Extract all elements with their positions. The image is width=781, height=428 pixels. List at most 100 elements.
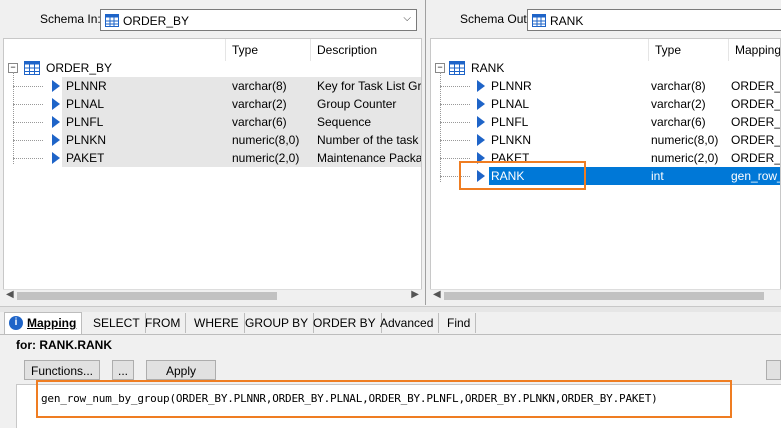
- field-type: varchar(2): [651, 97, 706, 111]
- highlight-box-rank: [459, 161, 586, 190]
- field-description: Group Counter: [317, 97, 397, 111]
- schema-in-header: Schema In: ORDER_BY ⌵: [0, 0, 425, 38]
- field-description: Sequence: [317, 115, 372, 129]
- chevron-down-icon[interactable]: ⌵: [403, 13, 411, 24]
- column-arrow-icon: [52, 98, 60, 110]
- column-arrow-icon: [477, 80, 485, 92]
- column-arrow-icon: [52, 152, 60, 164]
- mapping-target-label: for: RANK.RANK: [16, 338, 112, 352]
- tab-advanced[interactable]: Advanced: [375, 313, 440, 333]
- tab-label: Find: [447, 316, 471, 330]
- schema-out-header: Schema Out: RANK: [427, 0, 781, 38]
- field-name: PLNFL: [491, 115, 529, 129]
- schema-in-tree: Type Description − ORDER_BY PLNNR varcha…: [3, 38, 422, 293]
- field-type: varchar(8): [232, 79, 287, 93]
- tree-field-row[interactable]: PLNKN numeric(8,0) ORDER_BY: [431, 131, 780, 149]
- overflow-button[interactable]: [766, 360, 781, 380]
- highlight-box-expression: [36, 380, 732, 418]
- table-icon: [449, 61, 465, 75]
- tab-group-by[interactable]: GROUP BY: [240, 313, 315, 333]
- field-mapping: gen_row_: [731, 169, 781, 183]
- tab-label: WHERE: [194, 316, 239, 330]
- field-description: Maintenance Packag: [317, 151, 422, 165]
- tree-root-row[interactable]: − RANK: [431, 59, 780, 77]
- horizontal-scrollbar[interactable]: ◀ ▶: [3, 289, 422, 302]
- tab-label: Mapping: [27, 316, 77, 330]
- tab-from[interactable]: FROM: [140, 313, 187, 333]
- scrollbar-thumb[interactable]: [444, 292, 764, 300]
- field-mapping: ORDER_BY: [731, 133, 781, 147]
- field-name: PLNNR: [66, 79, 107, 93]
- column-header-type[interactable]: Type: [649, 39, 729, 61]
- scroll-right-icon[interactable]: ▶: [411, 289, 419, 300]
- schema-in-selected: ORDER_BY: [123, 14, 190, 28]
- schema-out-dropdown[interactable]: RANK: [527, 9, 781, 31]
- field-type: numeric(2,0): [232, 151, 300, 165]
- table-icon: [532, 14, 546, 27]
- tree-field-row[interactable]: PLNNR varchar(8) ORDER_BY: [431, 77, 780, 95]
- field-mapping: ORDER_BY: [731, 97, 781, 111]
- field-type: varchar(6): [232, 115, 287, 129]
- tab-label: ORDER BY: [313, 316, 376, 330]
- tree-field-row[interactable]: PLNAL varchar(2) Group Counter: [4, 95, 421, 113]
- field-mapping: ORDER_BY: [731, 115, 781, 129]
- field-name: PLNKN: [491, 133, 532, 147]
- schema-in-pane: Schema In: ORDER_BY ⌵ Type Description −: [0, 0, 426, 305]
- column-header-description[interactable]: Description: [311, 39, 421, 61]
- field-description: Number of the task: [317, 133, 419, 147]
- column-arrow-icon: [52, 134, 60, 146]
- field-mapping: ORDER_BY: [731, 79, 781, 93]
- tab-select[interactable]: SELECT: [88, 313, 146, 333]
- field-name: PLNKN: [66, 133, 107, 147]
- field-name: PAKET: [66, 151, 105, 165]
- tree-field-row[interactable]: PLNFL varchar(6) ORDER_BY: [431, 113, 780, 131]
- column-header-type[interactable]: Type: [226, 39, 311, 61]
- column-arrow-icon: [477, 116, 485, 128]
- table-icon: [105, 14, 119, 27]
- tab-find[interactable]: Find: [442, 313, 477, 333]
- schema-out-selected: RANK: [550, 14, 584, 28]
- field-type: varchar(8): [651, 79, 706, 93]
- functions-button[interactable]: Functions...: [24, 360, 100, 380]
- field-name: PLNFL: [66, 115, 104, 129]
- field-type: numeric(8,0): [232, 133, 300, 147]
- tree-field-row[interactable]: PLNAL varchar(2) ORDER_BY: [431, 95, 780, 113]
- scroll-left-icon[interactable]: ◀: [6, 289, 14, 300]
- horizontal-scrollbar[interactable]: ◀: [430, 289, 781, 302]
- scroll-left-icon[interactable]: ◀: [433, 289, 441, 300]
- ellipsis-button[interactable]: ...: [112, 360, 134, 380]
- schema-out-label: Schema Out:: [460, 12, 531, 26]
- column-header-mapping[interactable]: Mapping: [729, 39, 780, 61]
- tree-field-row[interactable]: PAKET numeric(2,0) Maintenance Packag: [4, 149, 421, 167]
- column-arrow-icon: [477, 134, 485, 146]
- field-type: int: [651, 169, 664, 183]
- tree-field-row[interactable]: PLNKN numeric(8,0) Number of the task: [4, 131, 421, 149]
- apply-button[interactable]: Apply: [146, 360, 216, 380]
- tab-mapping[interactable]: i Mapping: [4, 312, 83, 334]
- tree-field-row[interactable]: PLNFL varchar(6) Sequence: [4, 113, 421, 131]
- field-type: numeric(2,0): [651, 151, 719, 165]
- field-type: varchar(2): [232, 97, 287, 111]
- tree-root-label: ORDER_BY: [46, 61, 113, 75]
- field-name: PLNAL: [491, 97, 530, 111]
- tree-root-row[interactable]: − ORDER_BY: [4, 59, 421, 77]
- table-icon: [24, 61, 40, 75]
- field-mapping: ORDER_BY: [731, 151, 781, 165]
- tab-label: FROM: [145, 316, 181, 330]
- info-icon: i: [9, 316, 23, 330]
- column-header-name: [4, 39, 226, 61]
- tree-field-row[interactable]: PLNNR varchar(8) Key for Task List Gro: [4, 77, 421, 95]
- column-arrow-icon: [52, 116, 60, 128]
- column-arrow-icon: [477, 98, 485, 110]
- scrollbar-thumb[interactable]: [17, 292, 277, 300]
- column-arrow-icon: [52, 80, 60, 92]
- schema-in-dropdown[interactable]: ORDER_BY ⌵: [100, 9, 417, 31]
- tab-where[interactable]: WHERE: [189, 313, 245, 333]
- tab-label: SELECT: [93, 316, 140, 330]
- tab-order-by[interactable]: ORDER BY: [308, 313, 382, 333]
- field-type: varchar(6): [651, 115, 706, 129]
- field-name: PLNNR: [491, 79, 532, 93]
- field-type: numeric(8,0): [651, 133, 719, 147]
- field-name: PLNAL: [66, 97, 105, 111]
- tab-label: GROUP BY: [245, 316, 309, 330]
